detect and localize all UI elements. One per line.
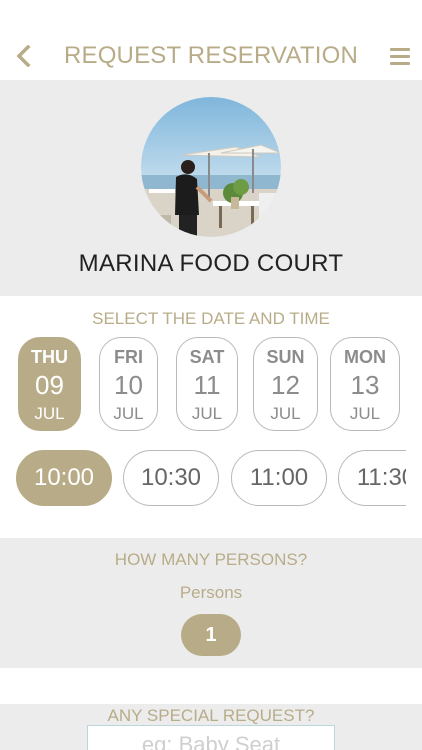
time-slot-1130[interactable]: 11:30	[338, 450, 406, 506]
persons-caption: Persons	[179, 583, 243, 602]
persons-section: HOW MANY PERSONS? Persons 1	[0, 538, 422, 668]
time-slot-scroller[interactable]: 10:00 10:30 11:00 11:30	[0, 449, 406, 509]
day-of-week: SUN	[266, 347, 305, 367]
venue-name: MARINA FOOD COURT	[78, 250, 344, 277]
back-button[interactable]	[10, 40, 38, 72]
special-request-section: ANY SPECIAL REQUEST?	[0, 704, 422, 750]
day-card-sat[interactable]: SAT 11 JUL	[176, 337, 238, 431]
time-slot-1100[interactable]: 11:00	[231, 450, 327, 506]
chevron-left-icon	[16, 45, 31, 67]
time-slot-1030[interactable]: 10:30	[123, 450, 219, 506]
time-slot-1000[interactable]: 10:00	[16, 450, 112, 506]
special-request-input[interactable]	[87, 725, 335, 750]
day-month: JUL	[270, 404, 301, 423]
menu-button[interactable]	[386, 42, 414, 70]
special-request-question: ANY SPECIAL REQUEST?	[107, 706, 315, 725]
day-of-week: FRI	[114, 347, 143, 367]
day-month: JUL	[191, 404, 223, 423]
persons-question: HOW MANY PERSONS?	[114, 550, 308, 569]
day-month: JUL	[34, 404, 65, 423]
page-title: REQUEST RESERVATION	[63, 42, 359, 69]
day-month: JUL	[113, 404, 144, 423]
day-number: 11	[193, 370, 221, 400]
day-of-week: SAT	[189, 347, 225, 367]
hamburger-menu-icon	[390, 47, 410, 51]
day-card-mon[interactable]: MON 13 JUL	[330, 337, 400, 431]
venue-photo	[141, 97, 281, 237]
persons-count-button[interactable]: 1	[181, 614, 241, 656]
app-header: REQUEST RESERVATION	[0, 0, 422, 80]
date-time-section: SELECT THE DATE AND TIME THU 09 JUL FRI …	[0, 296, 422, 538]
day-card-fri[interactable]: FRI 10 JUL	[99, 337, 158, 431]
venue-panel: MARINA FOOD COURT	[0, 80, 422, 296]
day-of-week: THU	[31, 347, 68, 367]
day-number: 09	[35, 370, 64, 400]
day-number: 13	[350, 370, 380, 400]
day-card-thu[interactable]: THU 09 JUL	[18, 337, 81, 431]
day-of-week: MON	[344, 347, 386, 367]
date-time-label: SELECT THE DATE AND TIME	[92, 309, 330, 328]
day-number: 12	[271, 370, 300, 400]
day-number: 10	[114, 370, 143, 400]
day-month: JUL	[349, 404, 381, 423]
day-card-sun[interactable]: SUN 12 JUL	[253, 337, 318, 431]
